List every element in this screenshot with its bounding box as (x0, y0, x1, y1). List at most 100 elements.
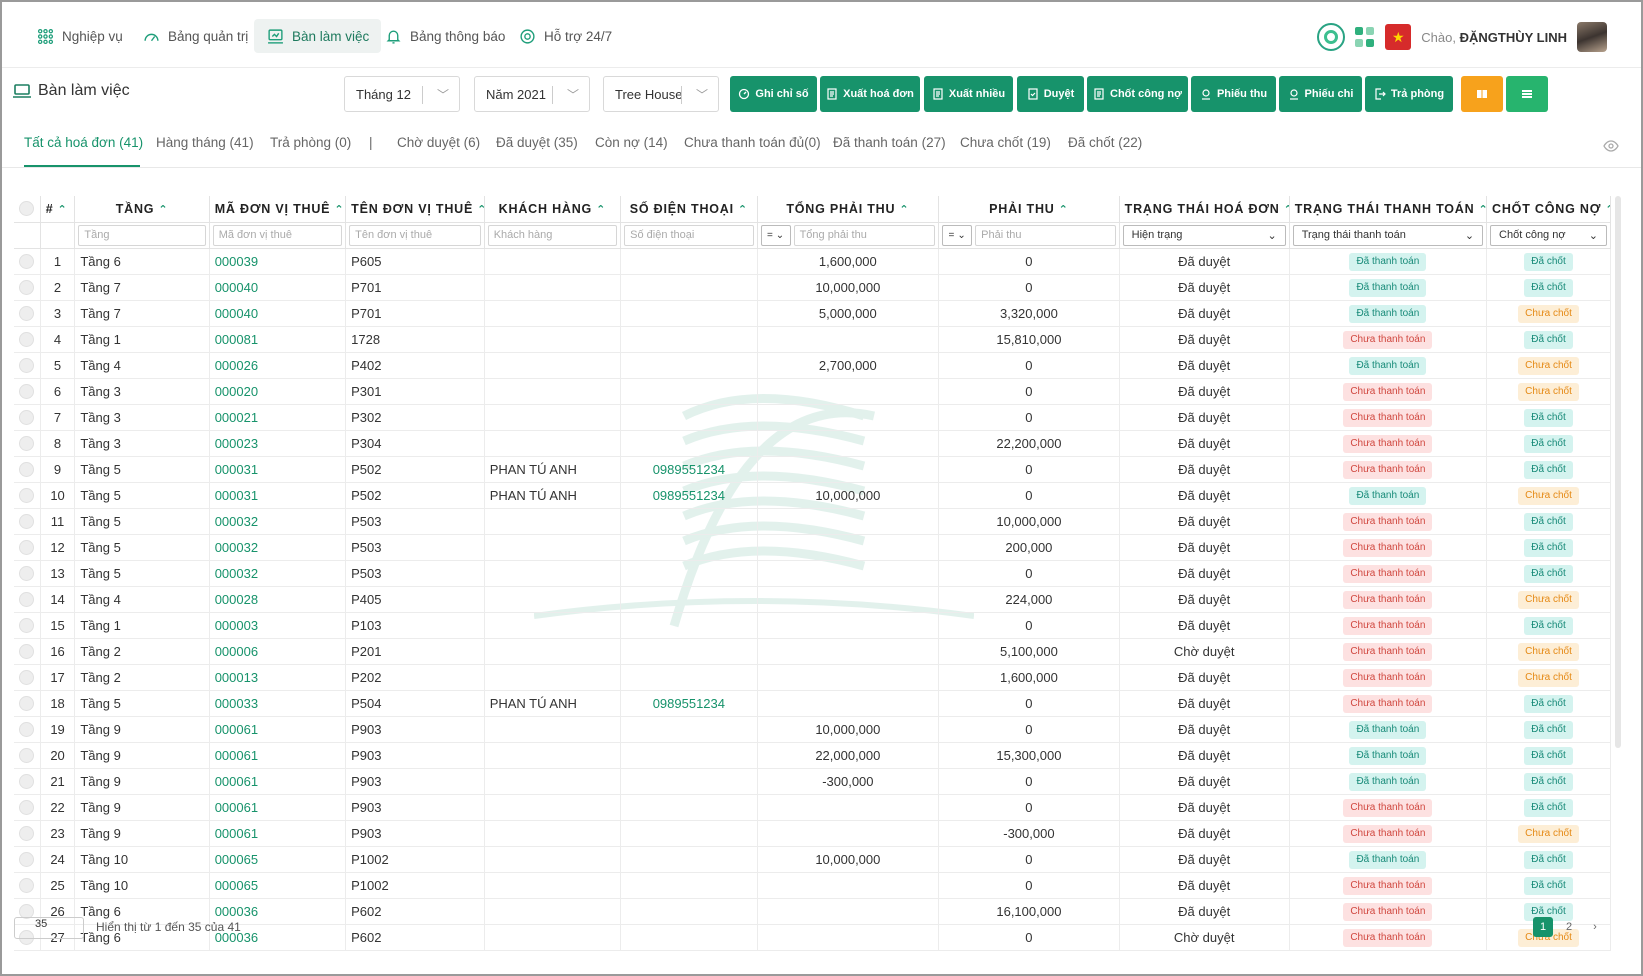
col-payment-status[interactable]: TRẠNG THÁI THANH TOÁN⌃ (1289, 196, 1488, 223)
total-filter-input[interactable]: Tổng phải thu (793, 224, 936, 246)
tab-partial[interactable]: Chưa thanh toán đủ(0) (684, 135, 821, 150)
row-checkbox[interactable] (19, 852, 35, 868)
table-row[interactable]: 11 Tầng 5 000032 P503 10,000,000 Đã duyệt Chưa… (14, 508, 1611, 535)
table-row[interactable]: 8 Tầng 3 000023 P304 22,200,000 Đã duyệt Chưa … (14, 430, 1611, 457)
table-row[interactable]: 6 Tầng 3 000020 P301 0 Đã duyệt Chưa thanh toá… (14, 378, 1611, 405)
cell-phone[interactable] (620, 664, 758, 691)
col-debt-lock[interactable]: CHỐT CÔNG NỢ⌃ (1486, 196, 1611, 223)
unit-code-filter-input[interactable]: Mã đơn vị thuê (212, 224, 343, 246)
tab-paid[interactable]: Đã thanh toán (27) (833, 135, 946, 150)
table-row[interactable]: 3 Tầng 7 000040 P701 5,000,000 3,320,000 Đã du… (14, 300, 1611, 327)
row-checkbox[interactable] (19, 306, 35, 322)
next-page-icon[interactable]: › (1585, 917, 1605, 937)
cell-unit-code[interactable]: 000028 (209, 586, 347, 613)
row-checkbox[interactable] (19, 280, 35, 296)
page-1-button[interactable]: 1 (1533, 917, 1553, 937)
table-row[interactable]: 23 Tầng 9 000061 P903 -300,000 Đã duyệt Chưa t… (14, 820, 1611, 847)
col-due[interactable]: PHẢI THU ⌃ (938, 196, 1120, 223)
cell-unit-code[interactable]: 000040 (209, 274, 347, 301)
brand-logo-icon[interactable] (1317, 23, 1346, 51)
table-row[interactable]: 25 Tầng 10 000065 P1002 0 Đã duyệt Chưa thanh … (14, 872, 1611, 899)
cell-unit-code[interactable]: 000003 (209, 612, 347, 639)
floor-filter-input[interactable]: Tầng (78, 224, 206, 246)
cell-unit-code[interactable]: 000020 (209, 378, 347, 405)
row-checkbox[interactable] (19, 644, 35, 660)
layout-grid-button[interactable] (1506, 76, 1548, 112)
tab-monthly[interactable]: Hàng tháng (41) (156, 135, 254, 150)
table-row[interactable]: 2 Tầng 7 000040 P701 10,000,000 0 Đã duyệt Đã t… (14, 274, 1611, 301)
table-row[interactable]: 16 Tầng 2 000006 P201 5,100,000 Chờ duyệt Chưa… (14, 638, 1611, 665)
table-row[interactable]: 5 Tầng 4 000026 P402 2,700,000 0 Đã duyệt Đã th… (14, 352, 1611, 379)
table-row[interactable]: 4 Tầng 1 000081 1728 15,810,000 Đã duyệt Chưa … (14, 326, 1611, 353)
tab-unlocked[interactable]: Chưa chốt (19) (960, 135, 1051, 150)
debt-lock-filter-select[interactable]: Chốt công nợ ⌄ (1490, 224, 1607, 246)
cell-unit-code[interactable]: 000061 (209, 768, 347, 795)
nav-item-bang-thong-bao[interactable]: Bảng thông báo (372, 19, 517, 53)
cell-unit-code[interactable]: 000021 (209, 404, 347, 431)
customer-filter-input[interactable]: Khách hàng (487, 224, 618, 246)
unit-name-filter-input[interactable]: Tên đơn vị thuê (349, 224, 481, 246)
row-checkbox[interactable] (19, 618, 35, 634)
tab-all[interactable]: Tất cả hoá đơn (41) (24, 135, 143, 150)
nav-item-ho-tro[interactable]: Hỗ trợ 24/7 (506, 19, 624, 53)
cell-unit-code[interactable]: 000032 (209, 508, 347, 535)
cell-phone[interactable]: 0989551234 (620, 690, 758, 717)
cell-phone[interactable] (620, 742, 758, 769)
nav-item-nghiep-vu[interactable]: Nghiệp vụ (24, 19, 135, 53)
cell-phone[interactable] (620, 248, 758, 275)
cell-phone[interactable] (620, 768, 758, 795)
row-checkbox[interactable] (19, 800, 35, 816)
row-checkbox[interactable] (19, 696, 35, 712)
payment-status-filter-select[interactable]: Trạng thái thanh toán ⌄ (1292, 224, 1484, 246)
phone-filter-input[interactable]: Số điện thoại (624, 224, 754, 246)
building-select[interactable]: Tree House ﹀ (603, 76, 719, 112)
tab-checkout[interactable]: Trả phòng (0) (270, 135, 351, 150)
row-checkbox[interactable] (19, 254, 35, 270)
page-size-select[interactable]: 35 (14, 917, 84, 939)
row-checkbox[interactable] (19, 540, 35, 556)
cell-unit-code[interactable]: 000081 (209, 326, 347, 353)
table-row[interactable]: 14 Tầng 4 000028 P405 224,000 Đã duyệt Chưa th… (14, 586, 1611, 613)
tab-debt[interactable]: Còn nợ (14) (595, 135, 668, 150)
xuat-nhieu-button[interactable]: Xuất nhiều (924, 76, 1013, 112)
cell-phone[interactable] (620, 872, 758, 899)
app-switcher-icon[interactable] (1355, 27, 1375, 47)
row-checkbox[interactable] (19, 878, 35, 894)
cell-phone[interactable] (620, 508, 758, 535)
tab-locked[interactable]: Đã chốt (22) (1068, 135, 1142, 150)
tra-phong-button[interactable]: Trả phòng (1365, 76, 1453, 112)
cell-unit-code[interactable]: 000061 (209, 820, 347, 847)
col-index[interactable]: # ⌃ (40, 196, 76, 223)
table-row[interactable]: 12 Tầng 5 000032 P503 200,000 Đã duyệt Chưa th… (14, 534, 1611, 561)
row-checkbox[interactable] (19, 826, 35, 842)
cell-unit-code[interactable]: 000065 (209, 846, 347, 873)
vietnam-flag-icon[interactable]: ★ (1385, 24, 1412, 50)
cell-phone[interactable] (620, 404, 758, 431)
page-2-button[interactable]: 2 (1559, 917, 1579, 937)
cell-unit-code[interactable]: 000039 (209, 248, 347, 275)
cell-unit-code[interactable]: 000061 (209, 794, 347, 821)
phieu-chi-button[interactable]: Phiếu chi (1279, 76, 1362, 112)
cell-phone[interactable] (620, 274, 758, 301)
row-checkbox[interactable] (19, 410, 35, 426)
table-row[interactable]: 10 Tầng 5 000031 P502 PHAN TÚ ANH 0989551234 1… (14, 482, 1611, 509)
row-checkbox[interactable] (19, 670, 35, 686)
col-phone[interactable]: SỐ ĐIỆN THOẠI ⌃ (620, 196, 758, 223)
cell-phone[interactable] (620, 326, 758, 353)
month-select[interactable]: Tháng 12 ﹀ (344, 76, 460, 112)
cell-unit-code[interactable]: 000040 (209, 300, 347, 327)
table-row[interactable]: 22 Tầng 9 000061 P903 0 Đã duyệt Chưa thanh to… (14, 794, 1611, 821)
row-checkbox[interactable] (19, 514, 35, 530)
cell-unit-code[interactable]: 000061 (209, 742, 347, 769)
table-row[interactable]: 24 Tầng 10 000065 P1002 10,000,000 0 Đã duyệt Đ… (14, 846, 1611, 873)
table-row[interactable]: 1 Tầng 6 000039 P605 1,600,000 0 Đã duyệt Đã th… (14, 248, 1611, 275)
cell-phone[interactable]: 0989551234 (620, 482, 758, 509)
col-unit-name[interactable]: TÊN ĐƠN VỊ THUÊ⌃ (345, 196, 485, 223)
row-checkbox[interactable] (19, 774, 35, 790)
eye-icon[interactable] (1603, 140, 1619, 155)
cell-phone[interactable] (620, 378, 758, 405)
cell-phone[interactable] (620, 612, 758, 639)
total-operator-select[interactable]: = ⌄ (760, 224, 791, 246)
cell-unit-code[interactable]: 000061 (209, 716, 347, 743)
table-row[interactable]: 15 Tầng 1 000003 P103 0 Đã duyệt Chưa thanh to… (14, 612, 1611, 639)
